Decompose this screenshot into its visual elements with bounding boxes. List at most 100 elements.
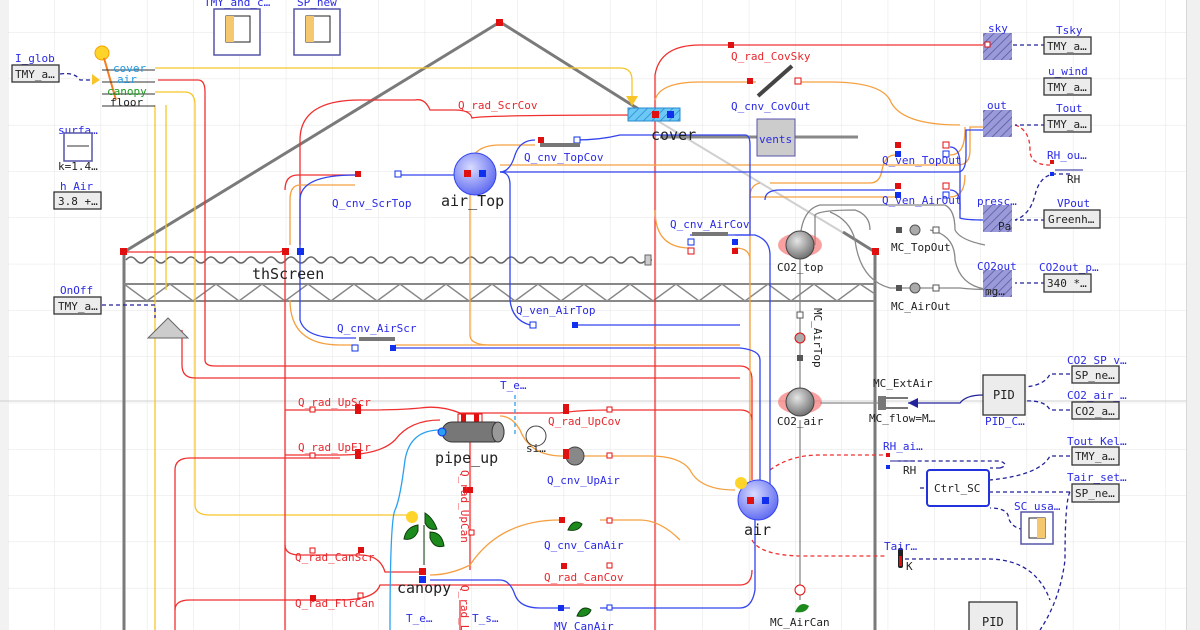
component-label: RH_ai…	[883, 440, 923, 453]
unit-label: Pa	[998, 220, 1011, 233]
label-Q-rad-CanScr: Q_rad_CanScr	[295, 551, 375, 564]
label-T-e: T_e…	[500, 379, 527, 392]
component-label: vents	[759, 133, 792, 146]
component-name: PID_C…	[985, 415, 1025, 428]
block-name: I_glob	[15, 52, 55, 65]
label-thScreen: thScreen	[252, 265, 324, 283]
component-label: cover	[651, 126, 696, 144]
boundary-sky[interactable]: sky	[983, 22, 1012, 60]
label-Q-rad-UpScr: Q_rad_UpScr	[298, 396, 371, 409]
label-MC-AirTop: MC_AirTop	[811, 308, 824, 368]
block-value: TMY_a…	[1047, 118, 1087, 131]
block-value: SP_ne…	[1075, 369, 1115, 382]
block-value: CO2_a…	[1075, 405, 1115, 418]
unit-label: K	[906, 560, 913, 573]
label-Q-rad-UpElr: Q_rad_UpElr	[298, 441, 371, 454]
port-floor-label: floor	[110, 96, 143, 109]
block-value: TMY_a…	[1075, 450, 1115, 463]
pid-bottom-controller[interactable]: PID	[968, 601, 1018, 630]
component-label: CO2out	[977, 260, 1017, 273]
component-label: pipe_up	[435, 449, 498, 467]
label-Q-rad-bottom: Q_rad_L…	[458, 585, 471, 630]
boundary-presc[interactable]: presc… Pa	[977, 195, 1017, 233]
sun-icon	[94, 45, 110, 61]
block-param: k=1.4…	[58, 160, 98, 173]
block-name: TMY_and_c…	[204, 0, 271, 9]
block-name: CO2out_p…	[1039, 261, 1099, 274]
unit-label: RH	[903, 464, 916, 477]
component-label: PID	[993, 388, 1015, 402]
block-name: h_Air	[60, 180, 93, 193]
block-value: SP_ne…	[1075, 487, 1115, 500]
label-Q-rad-UpCan: Q_rad_UpCan	[458, 470, 471, 543]
block-unit: RH	[1067, 173, 1080, 186]
component-label: PID	[982, 615, 1004, 629]
label-MC-AirOut: MC_AirOut	[891, 300, 951, 313]
source-CO2-air[interactable]: CO2_air_… CO2_a…	[1067, 389, 1127, 420]
label-T-s-bottom: T_s…	[472, 612, 499, 625]
component-label: out	[987, 99, 1007, 112]
vertical-scrollbar[interactable]	[1186, 0, 1200, 630]
screen-end	[644, 254, 652, 266]
component-label: canopy	[397, 579, 451, 597]
label-MV-CanAir: MV_CanAir	[554, 620, 614, 630]
block-value: TMY_a…	[1047, 40, 1087, 53]
label-T-e-bottom: T_e…	[406, 612, 433, 625]
label-Q-ven-AirOut: Q_ven_AirOut	[882, 194, 961, 207]
table-TMY-and-c[interactable]: TMY_and_c…	[204, 0, 271, 56]
block-name: VPout	[1057, 197, 1090, 210]
label-Q-rad-CanCov: Q_rad_CanCov	[544, 571, 624, 584]
label-Q-rad-FlrCan: Q_rad_FlrCan	[295, 597, 374, 610]
component-label: CO2_top	[777, 261, 823, 274]
component-label: presc…	[977, 195, 1017, 208]
label-Q-ven-AirTop: Q_ven_AirTop	[516, 304, 595, 317]
block-name: CO2_air_…	[1067, 389, 1127, 402]
block-value: Greenh…	[1048, 213, 1095, 226]
block-value: 340 *…	[1047, 277, 1087, 290]
source-Tout-Kelvin[interactable]: Tout_Kel… TMY_a…	[1067, 435, 1127, 466]
block-name: Tout	[1056, 102, 1083, 115]
component-label: air_Top	[441, 192, 504, 210]
block-name: OnOff	[60, 284, 93, 297]
component-label: Ctrl_SC	[934, 482, 980, 495]
label-Q-cnv-ScrTop: Q_cnv_ScrTop	[332, 197, 411, 210]
label-Q-cnv-AirScr: Q_cnv_AirScr	[337, 322, 417, 335]
table-SC-usable[interactable]: SC_usa…	[1014, 500, 1061, 545]
label-MC-TopOut: MC_TopOut	[891, 241, 951, 254]
block-surface[interactable]: surfa… k=1.4…	[58, 124, 98, 173]
block-value: TMY_a…	[58, 300, 98, 313]
component-label: MC_ExtAir	[873, 377, 933, 390]
component-label: air	[744, 521, 771, 539]
pid-co2-controller[interactable]: PID PID_C…	[982, 374, 1026, 428]
left-margin	[0, 0, 8, 630]
label-MC-AirCan: MC_AirCan	[770, 616, 830, 629]
component-label: CO2_air	[777, 415, 824, 428]
source-Tair-setpoint[interactable]: Tair_set… SP_ne…	[1067, 471, 1127, 503]
source-I-glob[interactable]: I_glob TMY_a…	[11, 52, 60, 83]
block-name: Tout_Kel…	[1067, 435, 1127, 448]
label-Q-cnv-CanAir: Q_cnv_CanAir	[544, 539, 624, 552]
label-Q-rad-ScrCov: Q_rad_ScrCov	[458, 99, 538, 112]
label-Q-cnv-CovOut: Q_cnv_CovOut	[731, 100, 810, 113]
label-Q-ven-TopOut: Q_ven_TopOut	[882, 154, 961, 167]
source-u-wind[interactable]: u_wind TMY_a…	[1043, 65, 1092, 96]
block-value: TMY_a…	[1047, 81, 1087, 94]
table-SP-new[interactable]: SP_new	[293, 0, 341, 56]
source-CO2-SP[interactable]: CO2_SP_v… SP_ne…	[1067, 354, 1127, 384]
block-value: 3.8 +…	[58, 195, 98, 208]
label-Q-rad-UpCov: Q_rad_UpCov	[548, 415, 621, 428]
label-si: si…	[526, 442, 546, 455]
source-CO2out-ppm[interactable]: CO2out_p… 340 *…	[1039, 261, 1099, 293]
component-label: sky	[988, 22, 1008, 35]
label-Q-cnv-UpAir: Q_cnv_UpAir	[547, 474, 620, 487]
label-Q-cnv-AirCov: Q_cnv_AirCov	[670, 218, 750, 231]
ctrl-sc-controller[interactable]: Ctrl_SC	[926, 469, 990, 507]
block-value: TMY_a…	[15, 68, 55, 81]
diagram-canvas[interactable]: cover air canopy floor I_glob TMY_a… TMY…	[0, 0, 1186, 630]
vents-component[interactable]: vents	[756, 118, 796, 157]
block-name: Tair_set…	[1067, 471, 1127, 484]
label-Q-cnv-TopCov: Q_cnv_TopCov	[524, 151, 604, 164]
block-name: Tsky	[1056, 24, 1083, 37]
co2-top-volume[interactable]: CO2_top	[777, 230, 823, 274]
block-name: CO2_SP_v…	[1067, 354, 1127, 367]
